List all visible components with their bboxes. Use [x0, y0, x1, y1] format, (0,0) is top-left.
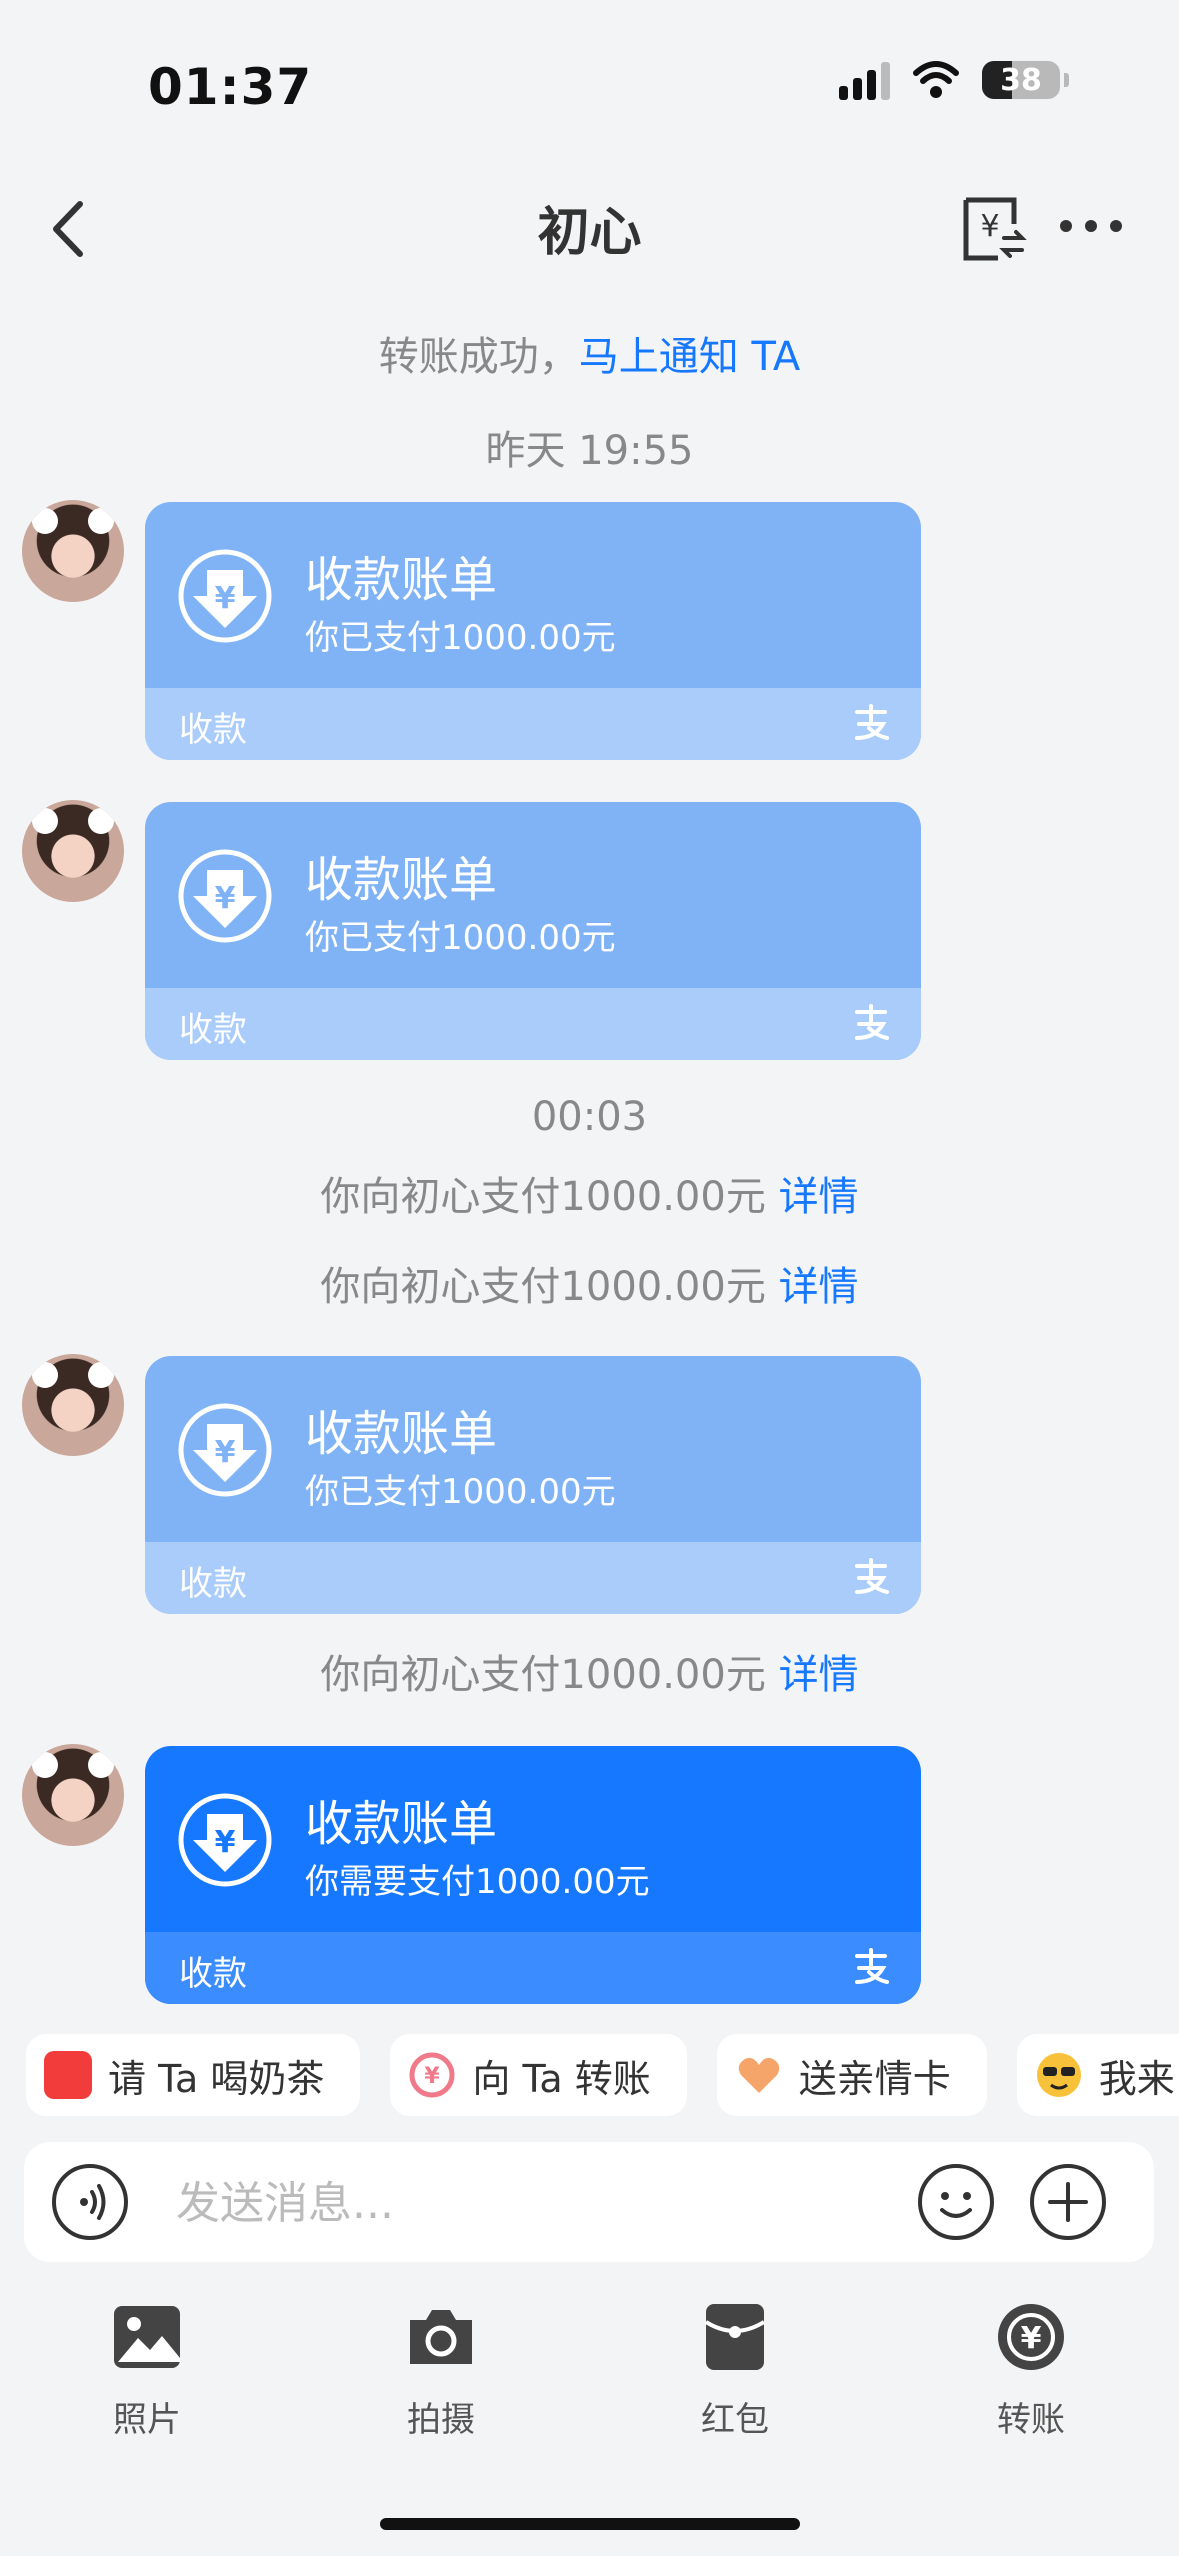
photo-icon — [114, 2306, 180, 2368]
alipay-icon — [855, 1948, 889, 1984]
emoji-icon[interactable] — [916, 2162, 996, 2242]
timestamp: 00:03 — [531, 1094, 648, 1140]
voice-icon[interactable] — [50, 2162, 130, 2242]
tool-label: 拍摄 — [407, 2400, 475, 2440]
details-link[interactable]: 详情 — [779, 1652, 859, 1698]
message-input[interactable] — [174, 2172, 918, 2234]
bill-footer: 收款 — [179, 1564, 247, 1604]
heart-card-icon — [738, 2057, 779, 2093]
red-packet-icon — [704, 2304, 766, 2370]
bill-coin-icon: ¥ — [178, 1403, 272, 1497]
svg-text:¥: ¥ — [215, 581, 236, 616]
camera-icon — [410, 2310, 472, 2364]
tool-label: 转账 — [997, 2400, 1065, 2440]
tool-red-packet[interactable]: 红包 — [660, 2300, 810, 2441]
wifi-icon — [913, 61, 959, 98]
chip-transfer[interactable]: ¥ 向 Ta 转账 — [390, 2034, 687, 2116]
signal-icon — [839, 60, 890, 100]
notice-text: 转账成功， — [378, 334, 579, 380]
tool-label: 照片 — [113, 2400, 181, 2440]
tool-transfer[interactable]: ¥ 转账 — [956, 2300, 1106, 2441]
bill-title: 收款账单 — [305, 552, 498, 608]
chip-family-card[interactable]: 送亲情卡 — [716, 2034, 987, 2116]
payment-text: 你向初心支付1000.00元 — [320, 1652, 766, 1698]
alipay-icon — [855, 704, 889, 740]
payment-text: 你向初心支付1000.00元 — [320, 1174, 766, 1220]
svg-text:¥: ¥ — [215, 1825, 236, 1860]
chip-label: 请 Ta 喝奶茶 — [108, 2056, 325, 2101]
quick-actions: 请 Ta 喝奶茶 ¥ 向 Ta 转账 送亲情卡 我来 — [26, 2034, 1179, 2116]
bill-coin-icon: ¥ — [178, 849, 272, 943]
tool-camera[interactable]: 拍摄 — [366, 2300, 516, 2441]
bill-title: 收款账单 — [305, 1406, 498, 1462]
bill-subtitle: 你已支付1000.00元 — [305, 918, 616, 958]
bill-icon[interactable]: ¥ — [958, 194, 1028, 264]
alipay-icon — [855, 1004, 889, 1040]
bill-footer: 收款 — [179, 1010, 247, 1050]
bill-card[interactable]: ¥ 收款账单 你已支付1000.00元 收款 — [145, 802, 921, 1060]
bill-title: 收款账单 — [305, 852, 498, 908]
battery-level: 38 — [1000, 62, 1042, 98]
payment-text: 你向初心支付1000.00元 — [320, 1264, 766, 1310]
bill-coin-icon: ¥ — [178, 549, 272, 643]
transfer-icon: ¥ — [998, 2304, 1064, 2370]
bill-footer: 收款 — [179, 1954, 247, 1994]
alipay-icon — [855, 1558, 889, 1594]
timestamp: 昨天 19:55 — [485, 428, 694, 474]
bill-subtitle: 你已支付1000.00元 — [305, 618, 616, 658]
more-icon[interactable] — [1056, 206, 1126, 246]
chip-me[interactable]: 我来 — [1016, 2034, 1179, 2116]
battery-icon: 38 — [982, 61, 1060, 99]
notify-link[interactable]: 马上通知 TA — [579, 334, 800, 380]
bill-subtitle: 你已支付1000.00元 — [305, 1472, 616, 1512]
red-packet-icon — [44, 2051, 92, 2099]
avatar[interactable] — [22, 500, 124, 602]
svg-text:¥: ¥ — [980, 209, 999, 244]
transfer-coin-icon: ¥ — [409, 2052, 455, 2098]
chip-label: 我来 — [1098, 2056, 1175, 2101]
tool-label: 红包 — [701, 2400, 769, 2440]
home-indicator[interactable] — [380, 2518, 800, 2530]
transfer-notice: 转账成功，马上通知 TA — [0, 324, 1179, 382]
details-link[interactable]: 详情 — [779, 1264, 859, 1310]
svg-text:¥: ¥ — [425, 2064, 441, 2089]
tool-photo[interactable]: 照片 — [72, 2300, 222, 2441]
chip-label: 送亲情卡 — [798, 2056, 951, 2101]
bill-title: 收款账单 — [305, 1796, 498, 1852]
status-time: 01:37 — [148, 58, 313, 116]
svg-text:¥: ¥ — [1021, 2321, 1042, 2356]
bill-subtitle: 你需要支付1000.00元 — [305, 1862, 650, 1902]
svg-text:¥: ¥ — [215, 1435, 236, 1470]
bill-card[interactable]: ¥ 收款账单 你已支付1000.00元 收款 — [145, 1356, 921, 1614]
avatar[interactable] — [22, 1744, 124, 1846]
bill-coin-icon: ¥ — [178, 1793, 272, 1887]
sunglasses-emoji-icon — [1036, 2053, 1081, 2097]
nav-bar: 初心 ¥ — [0, 176, 1179, 276]
chip-milk-tea[interactable]: 请 Ta 喝奶茶 — [26, 2034, 361, 2116]
payment-record: 你向初心支付1000.00元 详情 — [0, 1642, 1179, 1700]
payment-record: 你向初心支付1000.00元 详情 — [0, 1254, 1179, 1312]
payment-record: 你向初心支付1000.00元 详情 — [0, 1164, 1179, 1222]
status-icons: 38 — [839, 60, 1069, 100]
avatar[interactable] — [22, 1354, 124, 1456]
bill-card[interactable]: ¥ 收款账单 你已支付1000.00元 收款 — [145, 502, 921, 760]
message-bar — [24, 2142, 1154, 2262]
bill-card-unpaid[interactable]: ¥ 收款账单 你需要支付1000.00元 收款 — [145, 1746, 921, 2004]
svg-text:¥: ¥ — [215, 881, 236, 916]
avatar[interactable] — [22, 800, 124, 902]
bill-footer: 收款 — [179, 710, 247, 750]
plus-icon[interactable] — [1028, 2162, 1108, 2242]
chip-label: 向 Ta 转账 — [472, 2056, 651, 2101]
details-link[interactable]: 详情 — [779, 1174, 859, 1220]
